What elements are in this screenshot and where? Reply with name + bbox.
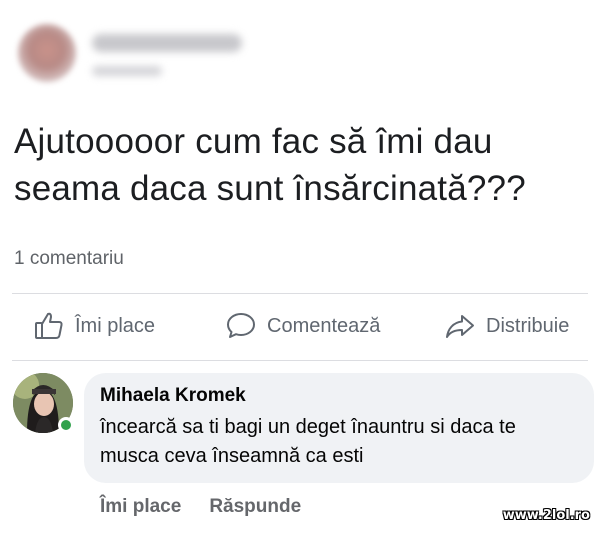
post-header <box>12 10 272 82</box>
comment-label: Comentează <box>267 314 381 337</box>
comment-reply-link[interactable]: Răspunde <box>209 496 301 518</box>
like-label: Îmi place <box>75 314 156 337</box>
comment-actions: Îmi place Răspunde <box>100 496 301 518</box>
share-arrow-icon <box>444 310 476 342</box>
divider-bottom <box>12 360 588 361</box>
post-meta-blurred <box>92 66 162 76</box>
thumbs-up-icon <box>33 310 65 342</box>
comment-button[interactable]: Comentează <box>225 310 380 342</box>
divider-top <box>12 293 588 294</box>
comment-text: încearcă sa ti bagi un deget înauntru si… <box>100 416 516 467</box>
comment-author[interactable]: Mihaela Kromek <box>100 385 578 407</box>
comment-count[interactable]: 1 comentariu <box>14 248 124 270</box>
online-status-indicator <box>58 417 74 433</box>
post-actions-bar: Îmi place Comentează Distribuie <box>0 300 600 354</box>
poster-avatar-blurred[interactable] <box>18 24 76 82</box>
like-button[interactable]: Îmi place <box>33 310 155 342</box>
comment-like-link[interactable]: Îmi place <box>100 496 181 518</box>
speech-bubble-icon <box>225 310 257 342</box>
share-button[interactable]: Distribuie <box>444 310 569 342</box>
poster-name-blurred[interactable] <box>92 34 242 52</box>
post-text: Ajutooooor cum fac să îmi dau seama daca… <box>14 122 526 208</box>
share-label: Distribuie <box>486 314 570 337</box>
watermark: www.2lol.ro <box>502 508 590 523</box>
comment-bubble: Mihaela Kromek încearcă sa ti bagi un de… <box>84 373 594 483</box>
